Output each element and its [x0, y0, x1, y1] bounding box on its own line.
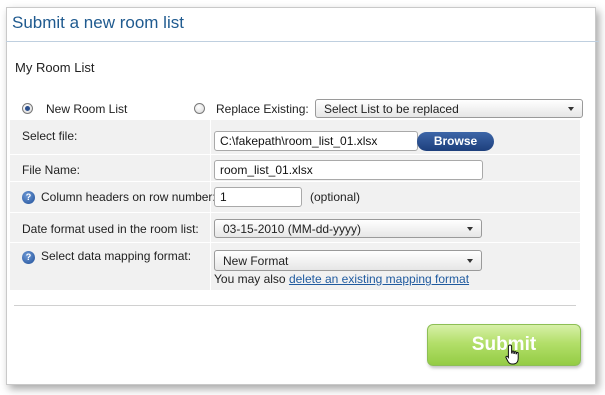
replace-existing-radio[interactable] — [194, 103, 205, 114]
replace-list-select-value: Select List to be replaced — [324, 102, 459, 116]
title-divider — [6, 41, 599, 42]
chevron-down-icon — [467, 259, 473, 263]
file-name-label: File Name: — [22, 163, 81, 177]
mapping-format-select[interactable]: New Format — [214, 250, 482, 271]
section-title: My Room List — [15, 60, 95, 75]
mapping-format-select-value: New Format — [223, 254, 289, 268]
new-room-list-label: New Room List — [46, 102, 128, 116]
row-divider — [10, 181, 580, 182]
chevron-down-icon — [568, 107, 574, 111]
delete-mapping-link[interactable]: delete an existing mapping format — [289, 272, 469, 286]
replace-existing-label: Replace Existing: — [216, 102, 309, 116]
help-icon[interactable]: ? — [22, 191, 35, 204]
file-path-field[interactable]: C:\fakepath\room_list_01.xlsx — [214, 131, 418, 151]
row-divider — [10, 242, 580, 243]
help-icon[interactable]: ? — [22, 251, 35, 264]
row-divider — [10, 212, 580, 213]
dialog-title: Submit a new room list — [12, 13, 184, 32]
submit-button[interactable]: Submit — [427, 324, 581, 366]
date-format-label: Date format used in the room list: — [22, 222, 199, 236]
browse-button[interactable]: Browse — [417, 132, 494, 151]
mapping-format-label: Select data mapping format: — [41, 249, 192, 263]
new-room-list-radio[interactable] — [22, 103, 33, 114]
hand-pointer-icon — [505, 344, 519, 365]
row-divider — [10, 154, 580, 155]
header-row-hint: (optional) — [310, 190, 361, 204]
chevron-down-icon — [467, 227, 473, 231]
column-divider — [210, 120, 211, 290]
date-format-select[interactable]: 03-15-2010 (MM-dd-yyyy) — [214, 219, 482, 238]
header-row-label: Column headers on row number: — [41, 190, 216, 204]
mapping-note: You may also delete an existing mapping … — [214, 272, 469, 286]
file-name-field[interactable]: room_list_01.xlsx — [214, 160, 483, 180]
footer-divider — [14, 305, 576, 306]
mapping-note-text: You may also — [214, 272, 286, 286]
date-format-select-value: 03-15-2010 (MM-dd-yyyy) — [223, 222, 362, 236]
select-file-label: Select file: — [22, 129, 78, 143]
header-row-field[interactable]: 1 — [214, 187, 302, 207]
replace-list-select[interactable]: Select List to be replaced — [315, 99, 583, 118]
